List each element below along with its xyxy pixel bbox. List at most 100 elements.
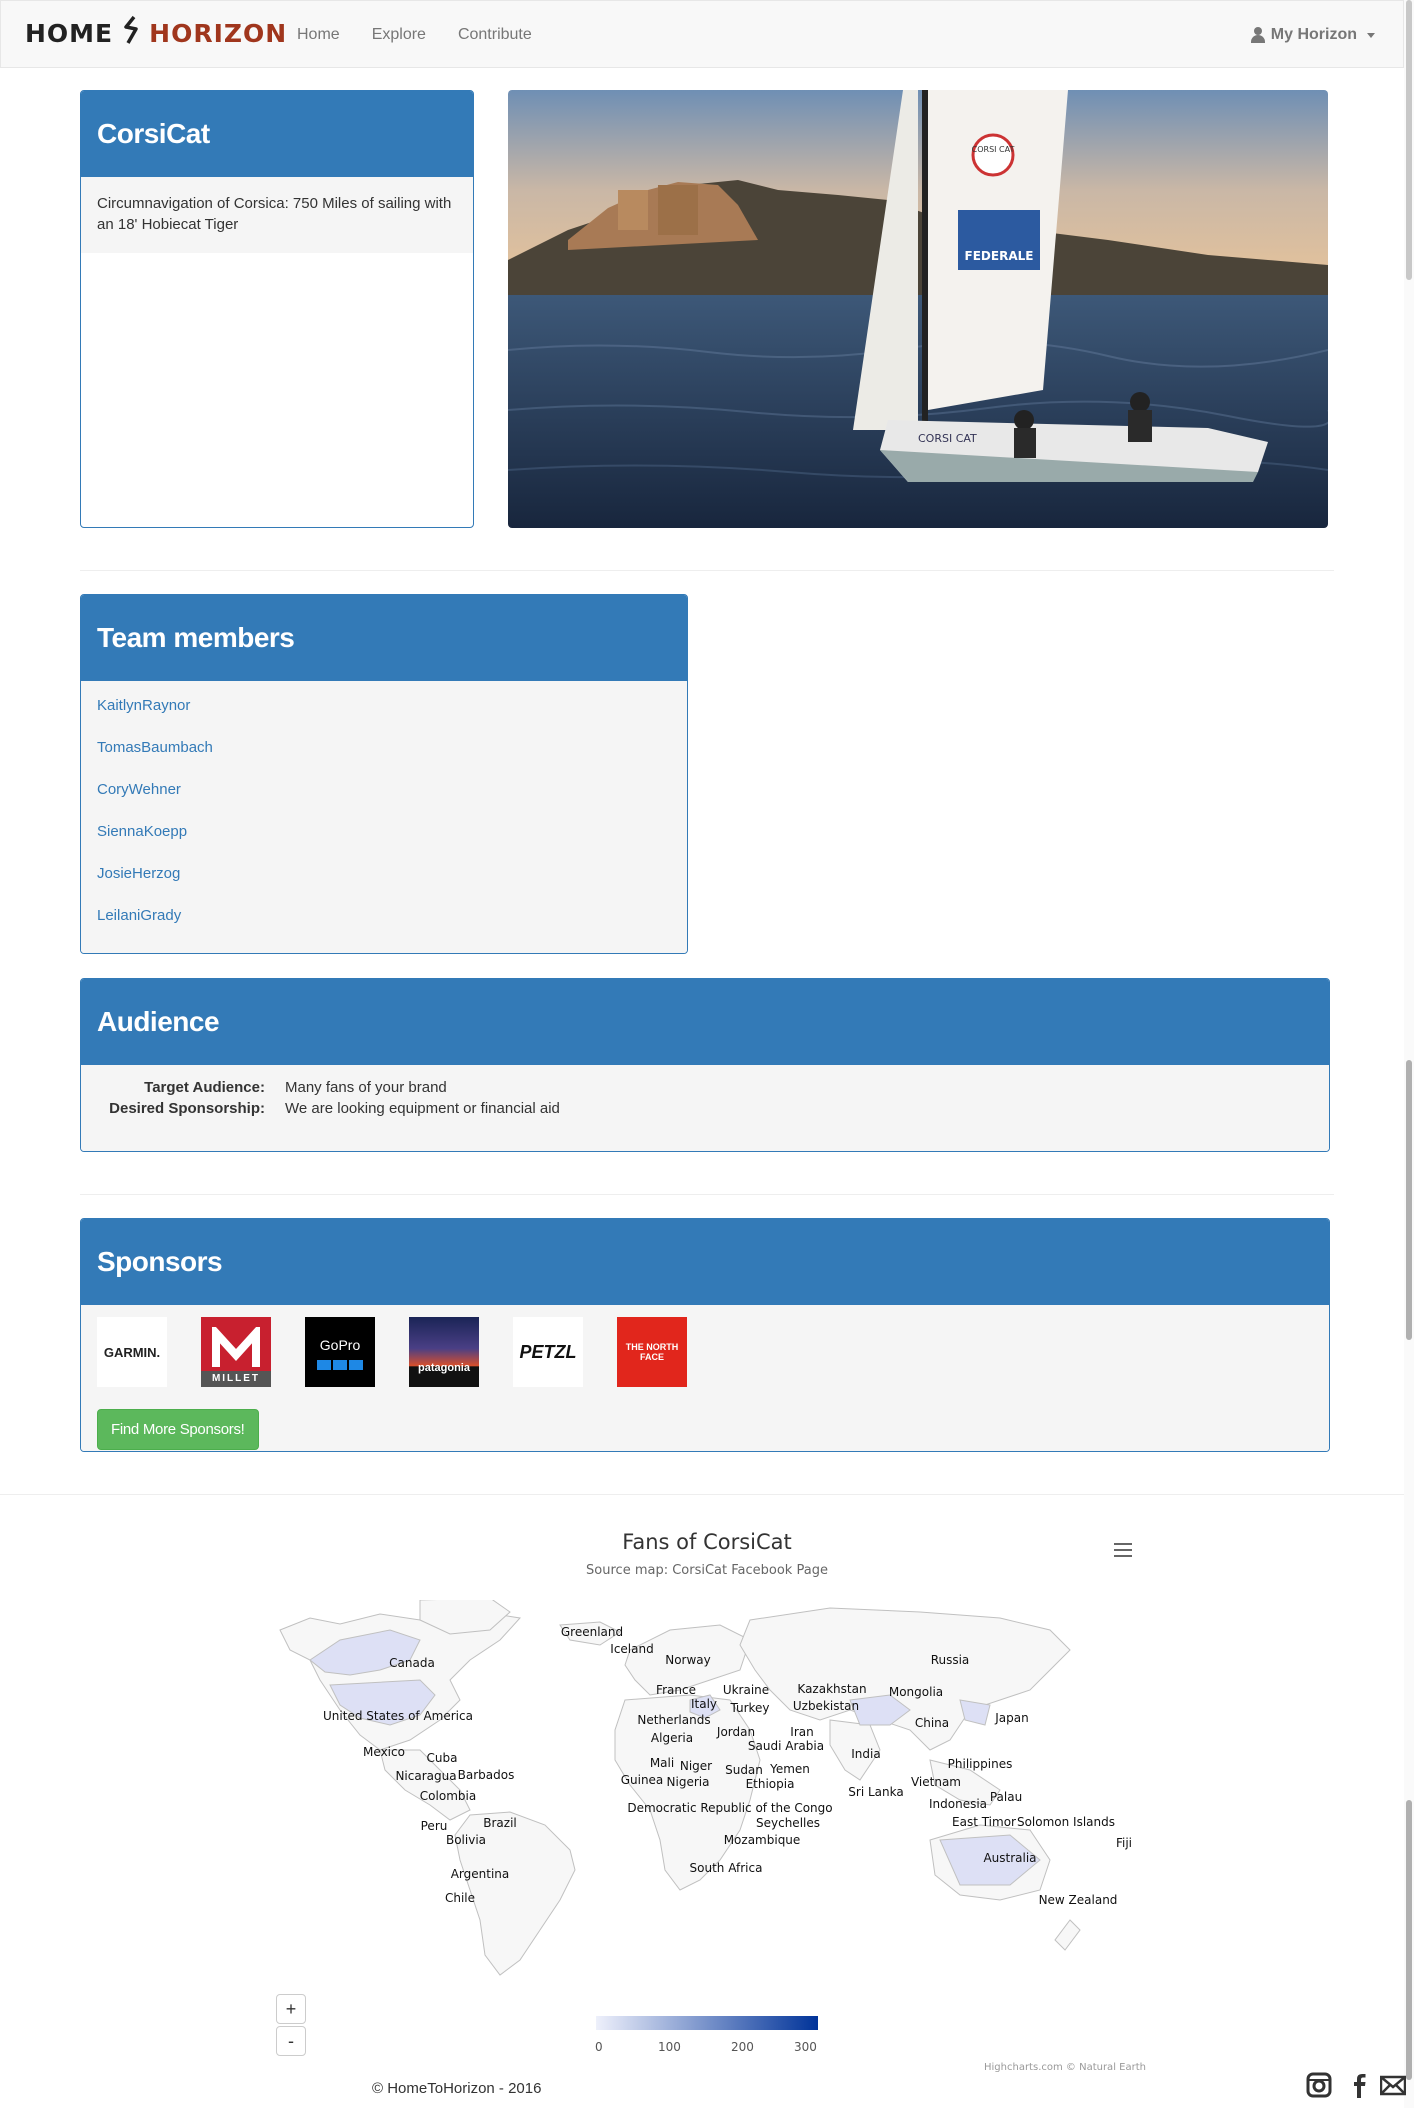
- footer-copyright: © HomeToHorizon - 2016: [372, 2080, 542, 2097]
- audience-panel: Audience Target Audience: Many fans of y…: [80, 978, 1330, 1152]
- desired-sponsorship-label: Desired Sponsorship:: [109, 1100, 265, 1117]
- chart-menu-icon[interactable]: [1114, 1543, 1132, 1557]
- map-country-label: Guinea: [621, 1773, 664, 1787]
- hull-text: CORSI CAT: [918, 432, 977, 445]
- map-country-label: Mexico: [363, 1745, 405, 1759]
- map-subtitle: Source map: CorsiCat Facebook Page: [586, 1563, 828, 1578]
- brand-horizon: HORIZON: [149, 18, 288, 48]
- legend-tick: 200: [731, 2040, 754, 2054]
- main-nav: Home Explore Contribute: [281, 1, 548, 69]
- map-country-label: East Timor: [952, 1815, 1016, 1829]
- map-country-label: Iran: [790, 1725, 813, 1739]
- map-country-label: Russia: [931, 1653, 970, 1667]
- legend-tick: 300: [794, 2040, 817, 2054]
- map-country-label: Nigeria: [667, 1775, 710, 1789]
- map-country-label: Saudi Arabia: [748, 1739, 824, 1753]
- sponsors-panel: Sponsors GARMIN. MILLET GoPro patagonia: [80, 1218, 1330, 1452]
- map-country-label: India: [851, 1747, 880, 1761]
- team-list: KaitlynRaynor TomasBaumbach CoryWehner S…: [81, 681, 687, 953]
- map-country-label: Vietnam: [911, 1775, 961, 1789]
- nav-home[interactable]: Home: [281, 26, 356, 44]
- map-country-label: China: [915, 1716, 949, 1730]
- map-country-label: Colombia: [420, 1789, 476, 1803]
- desired-sponsorship-row: Desired Sponsorship: We are looking equi…: [97, 1098, 1313, 1119]
- sponsor-logo-northface[interactable]: THE NORTH FACE: [617, 1317, 687, 1387]
- sponsor-name: PETZL: [519, 1341, 577, 1362]
- divider: [80, 570, 1334, 571]
- instagram-icon[interactable]: [1306, 2072, 1332, 2098]
- sponsor-logo-petzl[interactable]: PETZL: [513, 1317, 583, 1387]
- nav-explore[interactable]: Explore: [356, 26, 442, 44]
- sponsor-logo-gopro[interactable]: GoPro: [305, 1317, 375, 1387]
- facebook-icon[interactable]: [1346, 2072, 1372, 2098]
- map-country-label: Norway: [665, 1653, 711, 1667]
- project-description: Circumnavigation of Corsica: 750 Miles o…: [81, 177, 473, 253]
- sponsor-logos: GARMIN. MILLET GoPro patagonia PETZL THE…: [97, 1317, 1313, 1387]
- team-member-link[interactable]: SiennaKoepp: [97, 823, 671, 865]
- divider: [0, 1494, 1404, 1495]
- map-credits[interactable]: Highcharts.com © Natural Earth: [984, 2062, 1146, 2073]
- brand-logo[interactable]: HOME HORIZON: [25, 13, 287, 53]
- map-country-label: Yemen: [769, 1762, 810, 1776]
- map-country-label: Indonesia: [929, 1797, 987, 1811]
- mail-icon[interactable]: [1379, 2072, 1407, 2098]
- map-zoom-in-button[interactable]: +: [276, 1994, 306, 2024]
- brand-home: HOME: [25, 18, 114, 48]
- team-member-link[interactable]: TomasBaumbach: [97, 739, 671, 781]
- find-more-sponsors-button[interactable]: Find More Sponsors!: [97, 1409, 259, 1450]
- map-country-label: Uzbekistan: [793, 1699, 859, 1713]
- legend-tick: 0: [595, 2040, 603, 2054]
- team-member-link[interactable]: KaitlynRaynor: [97, 697, 671, 739]
- map-country-label: Sri Lanka: [848, 1785, 903, 1799]
- sponsor-logo-patagonia[interactable]: patagonia: [409, 1317, 479, 1387]
- audience-body: Target Audience: Many fans of your brand…: [81, 1065, 1329, 1151]
- map-country-label: Greenland: [561, 1625, 623, 1639]
- map-country-label: Barbados: [458, 1768, 515, 1782]
- map-zoom-out-button[interactable]: -: [276, 2026, 306, 2056]
- user-menu[interactable]: My Horizon: [1250, 1, 1375, 69]
- sponsor-logo-millet[interactable]: MILLET: [201, 1317, 271, 1387]
- target-audience-value: Many fans of your brand: [285, 1079, 447, 1096]
- sail-logo: CORSI CAT: [972, 145, 1015, 154]
- scrollbar[interactable]: [1404, 0, 1414, 2108]
- map-country-label: Sudan: [725, 1763, 763, 1777]
- map-country-label: New Zealand: [1039, 1893, 1118, 1907]
- map-country-label: Kazakhstan: [797, 1682, 866, 1696]
- team-title: Team members: [81, 595, 687, 681]
- map-country-label: Ethiopia: [746, 1777, 795, 1791]
- map-country-label: Mongolia: [889, 1685, 943, 1699]
- target-audience-label: Target Audience:: [144, 1079, 265, 1096]
- map-country-label: Chile: [445, 1891, 475, 1905]
- scrollbar-thumb[interactable]: [1406, 0, 1412, 280]
- map-country-label: Australia: [983, 1851, 1036, 1865]
- map-color-legend: [596, 2016, 818, 2030]
- team-member-link[interactable]: LeilaniGrady: [97, 907, 671, 949]
- team-panel: Team members KaitlynRaynor TomasBaumbach…: [80, 594, 688, 954]
- map-country-label: France: [656, 1683, 696, 1697]
- team-member-link[interactable]: JosieHerzog: [97, 865, 671, 907]
- map-country-label: Democratic Republic of the Congo: [627, 1801, 832, 1815]
- map-country-label: Bolivia: [446, 1833, 486, 1847]
- map-country-label: Mozambique: [724, 1833, 801, 1847]
- map-country-label: Brazil: [483, 1816, 517, 1830]
- sponsor-logo-garmin[interactable]: GARMIN.: [97, 1317, 167, 1387]
- project-panel: CorsiCat Circumnavigation of Corsica: 75…: [80, 90, 474, 528]
- team-member-link[interactable]: CoryWehner: [97, 781, 671, 823]
- map-country-label: Cuba: [427, 1751, 458, 1765]
- map-country-label: Canada: [389, 1656, 435, 1670]
- map-country-label: Palau: [990, 1790, 1022, 1804]
- legend-tick: 100: [658, 2040, 681, 2054]
- user-menu-label: My Horizon: [1270, 26, 1357, 43]
- project-title: CorsiCat: [81, 91, 473, 177]
- user-icon: [1250, 27, 1265, 43]
- map-country-label: Japan: [994, 1711, 1028, 1725]
- world-map[interactable]: Greenland Iceland Canada Norway Russia France…: [270, 1600, 1150, 1980]
- audience-title: Audience: [81, 979, 1329, 1065]
- caret-down-icon: [1367, 32, 1375, 38]
- sponsor-name: THE NORTH FACE: [625, 1342, 679, 1362]
- map-country-label: Mali: [650, 1756, 674, 1770]
- map-country-label: Netherlands: [637, 1713, 710, 1727]
- nav-contribute[interactable]: Contribute: [442, 26, 548, 44]
- map-country-label: United States of America: [323, 1709, 473, 1723]
- map-title: Fans of CorsiCat: [622, 1530, 792, 1554]
